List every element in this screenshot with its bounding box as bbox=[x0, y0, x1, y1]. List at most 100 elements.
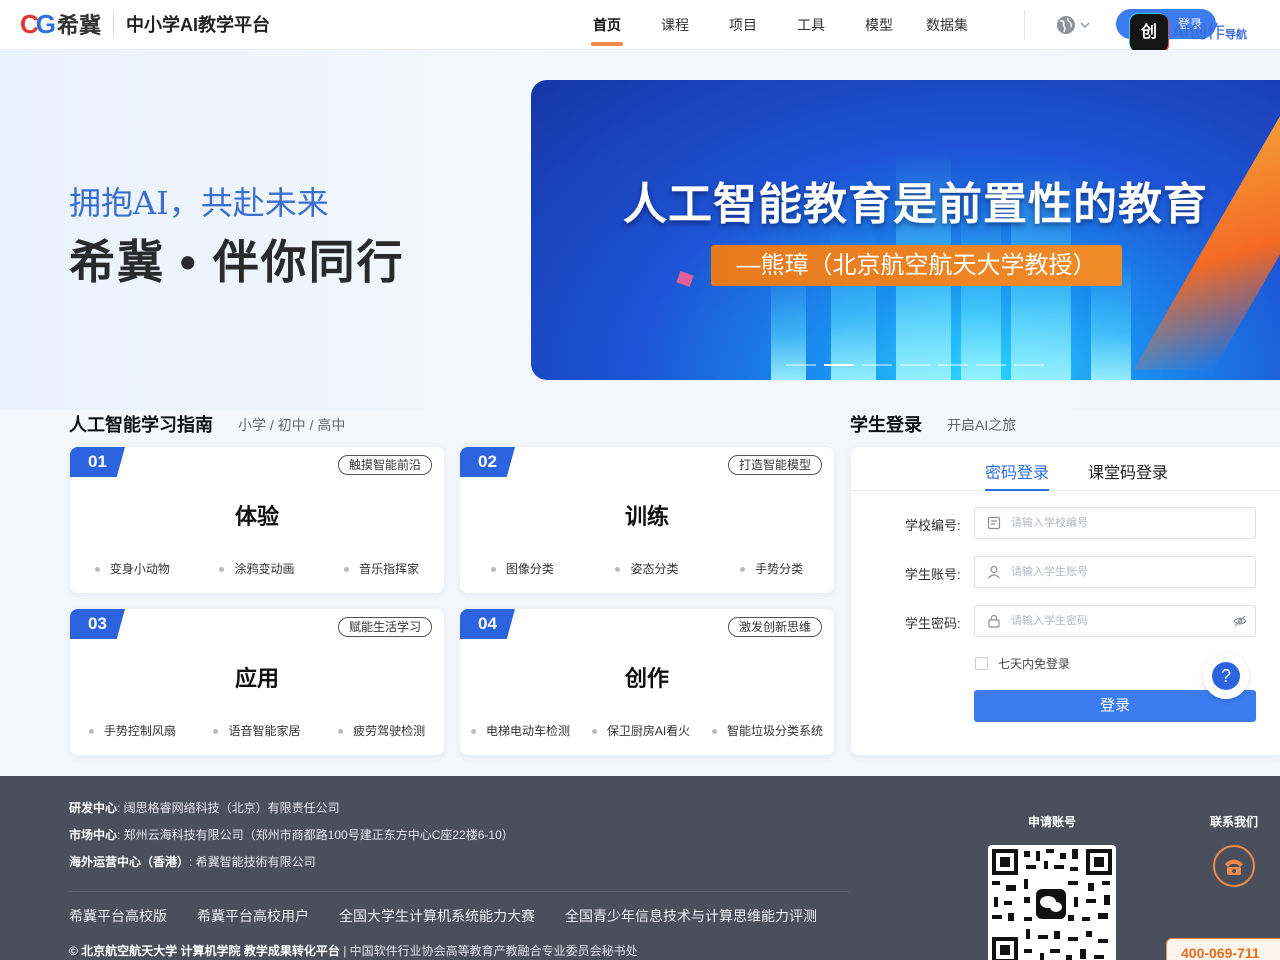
ai-creation-badge[interactable]: 创 bbox=[1130, 14, 1168, 52]
nav-item-courses[interactable]: 课程 bbox=[641, 0, 709, 50]
banner-indicator-active[interactable] bbox=[824, 364, 854, 366]
help-button[interactable]: ? bbox=[1203, 653, 1249, 699]
nav-item-projects[interactable]: 项目 bbox=[709, 0, 777, 50]
logo-mark-icon: CG bbox=[20, 8, 56, 39]
tab-password-login[interactable]: 密码登录 bbox=[985, 459, 1050, 491]
banner-indicator[interactable] bbox=[900, 364, 930, 366]
card-number: 03 bbox=[70, 609, 125, 639]
overseas-value: : 希冀智能技術有限公司 bbox=[189, 855, 316, 869]
guide-card-application[interactable]: 03 赋能生活学习 应用 手势控制风扇 语音智能家居 疲劳驾驶检测 bbox=[70, 609, 444, 755]
login-subtitle: 开启AI之旅 bbox=[947, 417, 1017, 433]
footer-rd-center: 研发中心: 阔思格睿网络科技（北京）有限责任公司 bbox=[69, 799, 340, 816]
card-item[interactable]: 疲劳驾驶检测 bbox=[338, 722, 425, 739]
id-card-icon bbox=[987, 516, 1001, 530]
nav-item-tools[interactable]: 工具 bbox=[777, 0, 845, 50]
card-name: 训练 bbox=[624, 504, 669, 529]
remember-me[interactable]: 七天内免登录 bbox=[975, 655, 1070, 672]
ai-creation-nav-link[interactable]: AI创作导航 bbox=[1172, 18, 1247, 44]
logo-divider bbox=[113, 13, 115, 35]
card-item[interactable]: 语音智能家居 bbox=[213, 722, 300, 739]
card-item[interactable]: 手势控制风扇 bbox=[89, 722, 176, 739]
password-row: 学生密码: bbox=[851, 605, 1280, 637]
card-item[interactable]: 图像分类 bbox=[491, 560, 554, 577]
card-item[interactable]: 保卫厨房AI看火 bbox=[592, 722, 690, 739]
footer-link[interactable]: 希冀平台高校版 bbox=[69, 906, 167, 926]
account-field[interactable] bbox=[974, 556, 1256, 588]
card-items: 图像分类 姿态分类 手势分类 bbox=[460, 560, 834, 577]
card-tag: 打造智能模型 bbox=[727, 455, 822, 475]
footer-overseas-center: 海外运营中心（香港）: 希冀智能技術有限公司 bbox=[69, 853, 316, 870]
guide-title: 人工智能学习指南 bbox=[69, 415, 213, 435]
card-number: 01 bbox=[70, 447, 125, 477]
phone-number[interactable]: 400-069-711 bbox=[1166, 938, 1280, 960]
copyright-bold: © 北京航空航天大学 计算机学院 教学成果转化平台 bbox=[69, 944, 340, 958]
qr-code bbox=[988, 845, 1116, 960]
copyright-rest: | 中国软件行业协会高等教育产教融合专业委员会秘书处 bbox=[339, 944, 638, 958]
banner-indicator[interactable] bbox=[786, 364, 816, 366]
card-item[interactable]: 变身小动物 bbox=[95, 560, 170, 577]
card-name: 体验 bbox=[234, 504, 279, 529]
rd-label: 研发中心 bbox=[69, 801, 118, 815]
footer-link[interactable]: 全国青少年信息技术与计算思维能力评测 bbox=[565, 906, 817, 926]
password-label: 学生密码: bbox=[905, 616, 961, 631]
market-label: 市场中心 bbox=[69, 828, 118, 842]
banner-light-bar bbox=[961, 210, 1001, 380]
nav-item-home[interactable]: 首页 bbox=[573, 0, 641, 50]
nav-divider bbox=[1024, 10, 1025, 40]
login-tabs: 密码登录 课堂码登录 bbox=[851, 447, 1280, 491]
eye-off-icon[interactable] bbox=[1233, 615, 1247, 627]
footer-market-center: 市场中心: 郑州云海科技有限公司（郑州市商都路100号建正东方中心C座22楼6-… bbox=[69, 826, 514, 843]
guide-levels[interactable]: 小学 / 初中 / 高中 bbox=[238, 415, 345, 435]
remember-label: 七天内免登录 bbox=[998, 657, 1071, 671]
card-number: 02 bbox=[460, 447, 515, 477]
password-input[interactable] bbox=[1011, 606, 1231, 636]
banner-indicator[interactable] bbox=[938, 364, 968, 366]
card-item[interactable]: 手势分类 bbox=[740, 560, 803, 577]
card-item[interactable]: 智能垃圾分类系统 bbox=[712, 722, 823, 739]
guide-card-creation[interactable]: 04 激发创新思维 创作 电梯电动车检测 保卫厨房AI看火 智能垃圾分类系统 bbox=[460, 609, 834, 755]
tab-classcode-login[interactable]: 课堂码登录 bbox=[1088, 459, 1168, 483]
lock-icon bbox=[988, 614, 1000, 628]
card-tag: 激发创新思维 bbox=[727, 617, 822, 637]
banner-indicator[interactable] bbox=[1014, 364, 1044, 366]
card-item[interactable]: 姿态分类 bbox=[615, 560, 678, 577]
nav-item-datasets[interactable]: 数据集 bbox=[913, 0, 981, 50]
phone-icon[interactable] bbox=[1213, 845, 1255, 887]
school-field[interactable] bbox=[974, 507, 1256, 539]
guide-card-training[interactable]: 02 打造智能模型 训练 图像分类 姿态分类 手势分类 bbox=[460, 447, 834, 593]
card-item[interactable]: 涂鸦变动画 bbox=[219, 560, 294, 577]
hero-slogan-line2: 希冀 • 伴你同行 bbox=[69, 236, 405, 288]
card-number: 04 bbox=[460, 609, 515, 639]
account-row: 学生账号: bbox=[851, 556, 1280, 588]
globe-icon bbox=[1057, 16, 1075, 34]
footer-copyright: © 北京航空航天大学 计算机学院 教学成果转化平台 | 中国软件行业协会高等教育… bbox=[69, 942, 638, 959]
nav-item-models[interactable]: 模型 bbox=[845, 0, 913, 50]
chevron-down-icon bbox=[1080, 22, 1090, 28]
ai-nav-label: AI创作 bbox=[1172, 22, 1226, 42]
card-item[interactable]: 音乐指挥家 bbox=[344, 560, 419, 577]
password-field[interactable] bbox=[974, 605, 1256, 637]
card-items: 手势控制风扇 语音智能家居 疲劳驾驶检测 bbox=[70, 722, 444, 739]
school-row: 学校编号: bbox=[851, 507, 1280, 539]
account-label: 学生账号: bbox=[905, 567, 961, 582]
footer-links: 希冀平台高校版 希冀平台高校用户 全国大学生计算机系统能力大赛 全国青少年信息技… bbox=[69, 906, 817, 926]
ai-nav-small: 导航 bbox=[1225, 29, 1248, 41]
banner-indicator[interactable] bbox=[862, 364, 892, 366]
market-value: : 郑州云海科技有限公司（郑州市商都路100号建正东方中心C座22楼6-10） bbox=[117, 828, 514, 842]
school-input[interactable] bbox=[1011, 508, 1231, 538]
footer-link[interactable]: 希冀平台高校用户 bbox=[197, 906, 309, 926]
contact-us-label: 联系我们 bbox=[1210, 815, 1259, 829]
account-input[interactable] bbox=[1011, 557, 1231, 587]
remember-checkbox[interactable] bbox=[975, 657, 988, 670]
guide-card-experience[interactable]: 01 触摸智能前沿 体验 变身小动物 涂鸦变动画 音乐指挥家 bbox=[70, 447, 444, 593]
qr-code-icon bbox=[992, 849, 1112, 960]
help-icon: ? bbox=[1212, 662, 1240, 690]
top-header: CG 希冀 中小学AI教学平台 首页 课程 项目 工具 模型 数据集 登录 创 … bbox=[0, 0, 1280, 52]
hero-banner[interactable]: 人工智能教育是前置性的教育 —熊璋（北京航空航天大学教授） bbox=[531, 80, 1280, 380]
footer: 研发中心: 阔思格睿网络科技（北京）有限责任公司 市场中心: 郑州云海科技有限公… bbox=[0, 776, 1280, 960]
language-switcher[interactable] bbox=[1056, 14, 1096, 36]
banner-indicator[interactable] bbox=[976, 364, 1006, 366]
card-item[interactable]: 电梯电动车检测 bbox=[471, 722, 570, 739]
logo[interactable]: CG 希冀 中小学AI教学平台 bbox=[20, 8, 270, 40]
footer-link[interactable]: 全国大学生计算机系统能力大赛 bbox=[339, 906, 535, 926]
